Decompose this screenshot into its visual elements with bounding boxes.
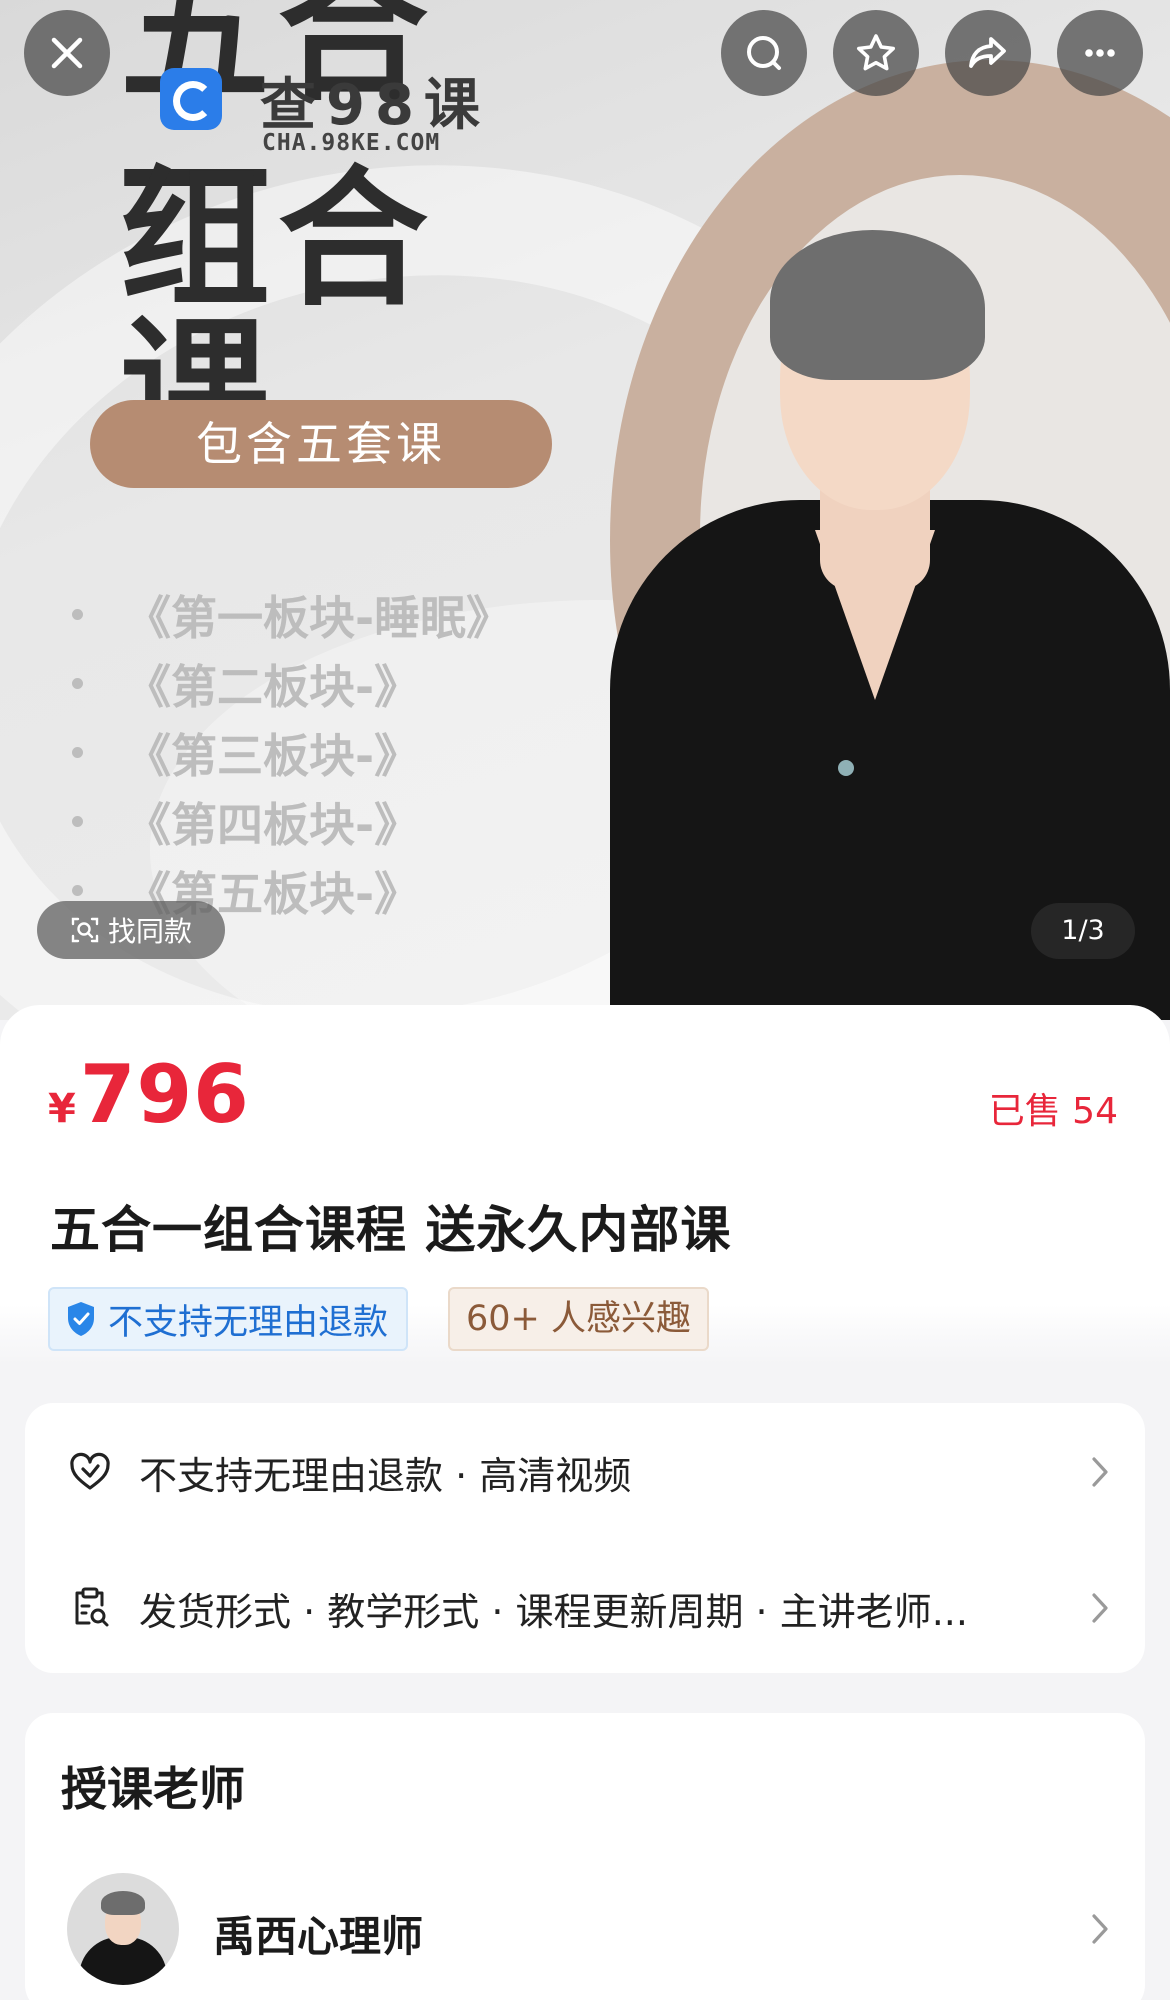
watermark-icon (160, 68, 222, 130)
avatar[interactable] (67, 1873, 179, 1985)
currency-symbol: ¥ (48, 1086, 76, 1132)
find-similar-button[interactable]: 找同款 (37, 901, 225, 959)
service-guarantee-text: 不支持无理由退款 · 高清视频 (139, 1453, 632, 1498)
share-button[interactable] (945, 10, 1031, 96)
chevron-right-icon (1092, 1593, 1108, 1623)
bullet-icon (72, 678, 83, 689)
share-icon (969, 37, 1006, 68)
shield-check-icon (68, 1302, 94, 1336)
service-info-card: 不支持无理由退款 · 高清视频 发货形式 · 教学形式 · 课程更新周期 · 主… (25, 1403, 1145, 1673)
refund-policy-tag[interactable]: 不支持无理由退款 (48, 1287, 409, 1351)
watermark-url: CHA.98KE.COM (262, 130, 441, 156)
product-image-carousel[interactable]: 五合一 组合课 查98课 CHA.98KE.COM 包含五套课 《第一板块-睡眠… (0, 0, 1170, 1020)
course-params-row[interactable]: 发货形式 · 教学形式 · 课程更新周期 · 主讲老师... (25, 1563, 1145, 1653)
watermark-text: 查98课 (260, 73, 490, 138)
teacher-section: 授课老师 禹西心理师 (25, 1713, 1145, 2000)
bullet-icon (72, 747, 83, 758)
module-item: 《第二板块-》 (72, 649, 512, 718)
module-list: 《第一板块-睡眠》 《第二板块-》 《第三板块-》 《第四板块-》 《第五板块-… (72, 580, 512, 925)
bullet-icon (72, 816, 83, 827)
teacher-section-title: 授课老师 (61, 1762, 245, 1816)
chevron-right-icon[interactable] (1089, 1911, 1111, 1947)
watermark-logo: 查98课 CHA.98KE.COM (160, 60, 490, 170)
course-params-text: 发货形式 · 教学形式 · 课程更新周期 · 主讲老师... (139, 1589, 968, 1634)
banner-pill: 包含五套课 (90, 400, 552, 488)
image-page-indicator: 1/3 (1031, 903, 1135, 959)
refund-policy-label: 不支持无理由退款 (108, 1302, 389, 1343)
scan-search-icon (71, 917, 99, 943)
bullet-icon (72, 885, 83, 896)
price: ¥ 796 (48, 1048, 250, 1141)
price-value: 796 (79, 1048, 250, 1141)
bullet-icon (72, 609, 83, 620)
star-icon (857, 34, 895, 71)
more-button[interactable] (1057, 10, 1143, 96)
find-similar-label: 找同款 (107, 915, 192, 948)
favorite-button[interactable] (833, 10, 919, 96)
close-icon (51, 37, 83, 69)
chevron-right-icon (1092, 1457, 1108, 1487)
close-button[interactable] (24, 10, 110, 96)
teacher-name[interactable]: 禹西心理师 (213, 1903, 423, 1964)
interest-count-tag: 60+ 人感兴趣 (448, 1287, 709, 1351)
module-item: 《第一板块-睡眠》 (72, 580, 512, 649)
sold-count: 已售 54 (988, 1091, 1118, 1132)
teacher-photo (610, 170, 1170, 1020)
clipboard-search-icon (75, 1587, 109, 1627)
service-guarantee-row[interactable]: 不支持无理由退款 · 高清视频 (25, 1427, 1145, 1517)
search-button[interactable] (721, 10, 807, 96)
module-item: 《第四板块-》 (72, 787, 512, 856)
heart-shield-icon (70, 1452, 110, 1490)
product-title: 五合一组合课程 送永久内部课 (50, 1201, 732, 1259)
search-icon (747, 36, 781, 70)
module-item: 《第三板块-》 (72, 718, 512, 787)
more-icon (1085, 49, 1115, 57)
